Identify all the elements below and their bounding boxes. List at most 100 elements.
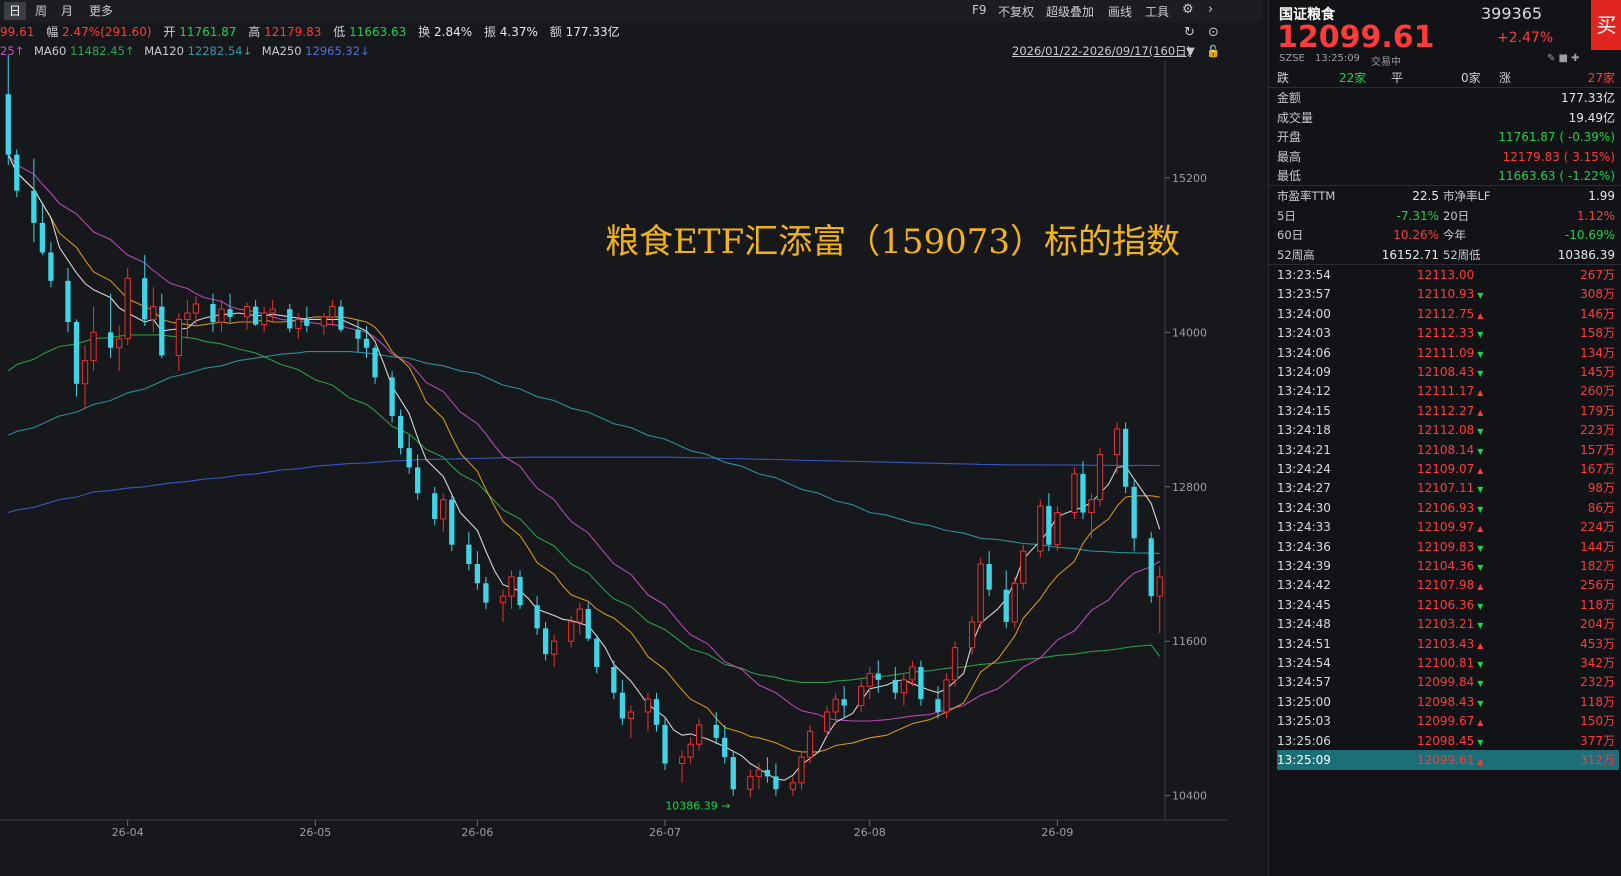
metric-label: 市盈率TTM [1277,189,1336,203]
tick-row[interactable]: 13:25:09 12099.61 312万 [1277,750,1619,770]
tick-row[interactable]: 13:24:2412109.07167万 [1277,459,1619,479]
candle-body [517,576,523,606]
tick-row[interactable]: 13:25:0012098.43118万 [1277,692,1619,712]
candle-body [329,306,336,318]
tick-row[interactable]: 13:24:1812112.08223万 [1277,420,1619,440]
tick-row[interactable]: 13:24:4812103.21204万 [1277,614,1619,634]
candle-body [943,679,950,713]
candle [483,576,489,610]
candle [81,345,89,410]
tick-row[interactable]: 13:24:4512106.36118万 [1277,595,1619,615]
y-tick-label: 12800 [1172,481,1207,494]
tick-row[interactable]: 13:24:0612111.09134万 [1277,343,1619,363]
panel-icons[interactable]: ✎ ■ ✚ [1547,53,1580,64]
tick-row[interactable]: 13:24:5412100.81342万 [1277,653,1619,673]
candle-body [81,360,89,385]
tick-row[interactable]: 13:24:5112103.43453万 [1277,634,1619,654]
candle [90,306,97,371]
candle-body [142,278,148,320]
candle [261,306,268,333]
candle [1003,570,1009,629]
candle-body [474,564,481,584]
tick-row[interactable]: 13:23:5712110.93308万 [1277,284,1619,304]
tick-price: 12113.00 [1417,268,1475,282]
candle [1088,493,1095,539]
candle [576,602,583,635]
candle-body [951,647,959,681]
candle-body [406,448,412,468]
candle-body [210,303,216,323]
tick-row[interactable]: 13:23:54 12113.00 267万 [1277,265,1619,285]
valuation-row: 60日 10.26% 今年 -10.69% [1277,225,1619,245]
candlestick-chart[interactable]: 10400 11600 12800 14000 15200 26-04 26-05 26-06… [0,0,1228,876]
candle [977,557,984,629]
tick-volume: 267万 [1580,268,1615,282]
tick-row[interactable]: 13:24:0312112.33158万 [1277,323,1619,343]
candle-body [184,312,191,320]
tick-time: 13:24:21 [1277,442,1331,457]
candle-body [389,377,395,416]
candle [304,306,310,333]
tick-time: 13:24:18 [1277,423,1331,438]
tick-row[interactable]: 13:24:2712107.1198万 [1277,478,1619,498]
tick-row[interactable]: 13:24:4212107.98256万 [1277,575,1619,595]
candle-body [892,679,898,693]
tick-row[interactable]: 13:25:0612098.45377万 [1277,731,1619,751]
candle-body [832,698,839,713]
tick-row[interactable]: 13:25:0312099.67150万 [1277,711,1619,731]
tick-row[interactable]: 13:24:3912104.36182万 [1277,556,1619,576]
current-price: 12099.61 [1277,20,1435,55]
quote-time: 13:25:09 [1315,53,1360,64]
candle-body [90,331,97,362]
tick-time: 13:24:30 [1277,500,1331,515]
tick-row[interactable]: 13:24:1212111.17260万 [1277,381,1619,401]
tick-row[interactable]: 13:24:3012106.9386万 [1277,498,1619,518]
candle-body [1148,538,1154,597]
tick-row[interactable]: 13:24:3612109.83144万 [1277,537,1619,557]
metric-label: 20日 [1443,208,1470,223]
candle [773,763,779,796]
candle [252,300,259,326]
x-tick-label: 26-05 [299,826,331,839]
candle [440,493,447,532]
stat-label: 最低 [1277,169,1302,183]
candle [329,300,336,326]
candle [1020,544,1027,590]
candle-body [823,711,831,732]
candle [1131,480,1137,552]
candle [841,686,847,719]
breadth-down-count: 22家 [1339,71,1367,85]
candle-body [611,666,617,693]
candle [866,666,873,700]
candle-body [65,280,71,323]
candle-body [243,306,251,318]
y-tick-label: 15200 [1172,172,1207,185]
candle-body [372,347,378,378]
candle-body [1037,505,1044,552]
candle [517,570,523,610]
index-code: 399365 [1481,4,1543,23]
tick-row[interactable]: 13:24:3312109.97224万 [1277,517,1619,537]
candle [243,302,251,330]
tick-volume: 260万 [1580,384,1615,399]
candle [627,705,635,738]
candle [107,293,114,359]
ma250-line [8,456,1160,514]
stat-value: 11761.87 ( -0.39%) [1498,130,1615,144]
tick-row[interactable]: 13:24:0912108.43145万 [1277,362,1619,382]
x-tick-label: 26-04 [112,826,144,839]
tick-time: 13:24:57 [1277,675,1331,690]
tick-row[interactable]: 13:24:1512112.27179万 [1277,401,1619,421]
tick-row[interactable]: 13:24:5712099.84232万 [1277,672,1619,692]
candle [1037,499,1044,558]
candle-body [713,724,719,738]
buy-button[interactable]: 买 [1591,0,1621,50]
candle [619,679,626,725]
metric-value: 1.12% [1576,208,1615,223]
candle [14,149,20,198]
tick-row[interactable]: 13:24:0012112.75146万 [1277,304,1619,324]
valuation-row: 市盈率TTM 22.5 市净率LF 1.99 [1277,186,1619,206]
tick-time: 13:25:03 [1277,714,1331,729]
tick-row[interactable]: 13:24:2112108.14157万 [1277,440,1619,460]
candle-body [1080,473,1086,513]
